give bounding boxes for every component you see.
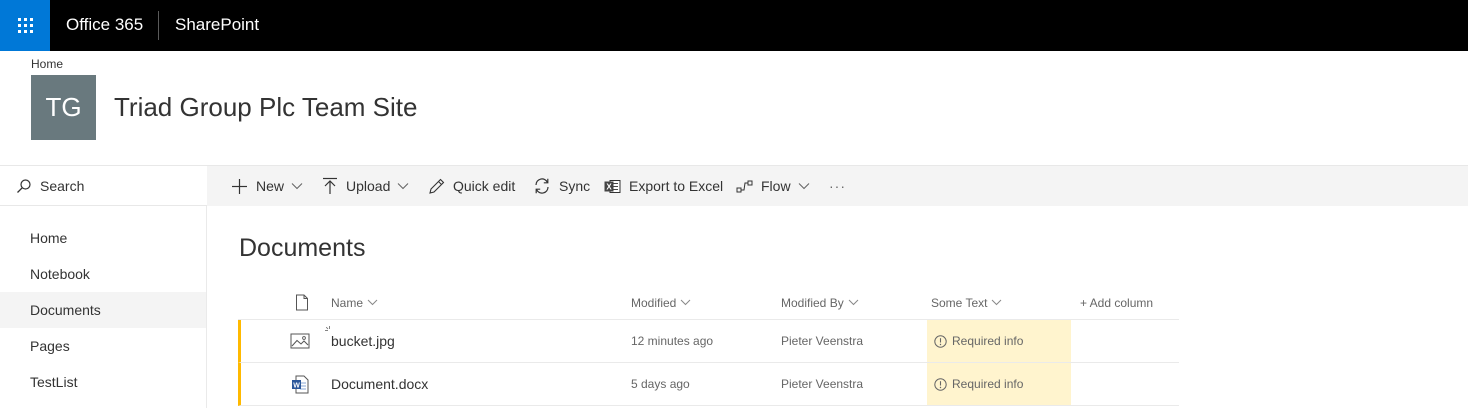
- site-logo[interactable]: TG: [31, 75, 96, 140]
- chevron-down-icon: [397, 183, 409, 190]
- pencil-icon: [429, 178, 445, 194]
- quick-edit-button[interactable]: Quick edit: [428, 166, 515, 206]
- search-icon: [17, 178, 31, 193]
- modified-date: 12 minutes ago: [631, 334, 714, 348]
- document-icon: [296, 294, 308, 311]
- required-info-cell[interactable]: Required info: [927, 320, 1071, 362]
- office365-link[interactable]: Office 365: [66, 15, 143, 35]
- sync-icon: [535, 178, 549, 194]
- info-circle-icon: [934, 377, 947, 391]
- add-column-button[interactable]: + Add column: [1080, 285, 1153, 320]
- required-info-label: Required info: [952, 334, 1024, 348]
- modified-by-column-label: Modified By: [781, 295, 844, 310]
- modified-date: 5 days ago: [631, 377, 690, 391]
- chevron-down-icon: [291, 183, 303, 190]
- sync-button[interactable]: Sync: [533, 166, 590, 206]
- excel-icon: X: [604, 179, 621, 193]
- upload-label: Upload: [346, 178, 391, 194]
- chevron-down-icon: [367, 299, 378, 306]
- table-row[interactable]: W Document.docx 5 days ago Pieter Veenst…: [238, 363, 1179, 406]
- nav-item-documents[interactable]: Documents: [0, 292, 206, 328]
- required-info-label: Required info: [952, 377, 1024, 391]
- file-name-link[interactable]: bucket.jpg: [331, 320, 395, 362]
- chevron-down-icon: [992, 299, 1002, 306]
- command-bar: New Upload Quick edit Sync X Export to E…: [207, 165, 1468, 206]
- file-type-column-header[interactable]: [291, 285, 309, 320]
- upload-button[interactable]: Upload: [322, 166, 409, 206]
- new-label: New: [256, 178, 285, 194]
- export-to-excel-button[interactable]: X Export to Excel: [604, 166, 723, 206]
- modified-by-person[interactable]: Pieter Veenstra: [781, 363, 863, 405]
- export-label: Export to Excel: [629, 178, 724, 194]
- name-column-label: Name: [331, 295, 364, 310]
- flow-label: Flow: [761, 178, 791, 194]
- modified-column-header[interactable]: Modified: [631, 285, 691, 320]
- nav-item-home[interactable]: Home: [0, 220, 206, 256]
- nav-item-testlist[interactable]: TestList: [0, 364, 206, 400]
- flow-button[interactable]: Flow: [736, 166, 810, 206]
- new-button[interactable]: New: [231, 166, 303, 206]
- svg-text:X: X: [606, 182, 612, 191]
- required-info-cell[interactable]: Required info: [927, 363, 1071, 405]
- breadcrumb-home[interactable]: Home: [31, 57, 63, 71]
- suite-divider: [158, 11, 159, 40]
- more-commands-button[interactable]: ···: [829, 166, 846, 206]
- word-doc-icon: W: [291, 363, 309, 405]
- nav-item-pages[interactable]: Pages: [0, 328, 206, 364]
- list-header: Name Modified Modified By Some Text + Ad…: [238, 285, 1179, 320]
- sharepoint-link[interactable]: SharePoint: [175, 15, 259, 35]
- name-column-header[interactable]: Name: [331, 285, 378, 320]
- library-title: Documents: [239, 234, 366, 262]
- image-file-icon: [290, 320, 310, 362]
- site-title[interactable]: Triad Group Plc Team Site: [114, 92, 417, 123]
- waffle-icon: [17, 18, 33, 33]
- some-text-column-label: Some Text: [931, 295, 988, 310]
- search-box[interactable]: Search: [0, 165, 207, 206]
- chevron-down-icon: [798, 183, 809, 190]
- plus-icon: [232, 178, 247, 194]
- suite-bar: Office 365 SharePoint: [0, 0, 1468, 51]
- modified-by-person[interactable]: Pieter Veenstra: [781, 320, 863, 362]
- modified-by-column-header[interactable]: Modified By: [781, 285, 859, 320]
- chevron-down-icon: [681, 299, 691, 306]
- some-text-column-header[interactable]: Some Text: [931, 285, 1002, 320]
- app-launcher-button[interactable]: [0, 0, 50, 51]
- chevron-down-icon: [848, 299, 859, 306]
- nav-item-notebook[interactable]: Notebook: [0, 256, 206, 292]
- quick-edit-label: Quick edit: [453, 178, 516, 194]
- upload-icon: [323, 177, 337, 194]
- search-label: Search: [40, 177, 85, 194]
- file-name-link[interactable]: Document.docx: [331, 363, 428, 405]
- svg-text:W: W: [293, 382, 300, 389]
- left-navigation: Home Notebook Documents Pages TestList: [0, 206, 207, 408]
- sync-label: Sync: [559, 178, 591, 194]
- table-row[interactable]: bucket.jpg 12 minutes ago Pieter Veenstr…: [238, 320, 1179, 363]
- modified-column-label: Modified: [631, 295, 677, 310]
- flow-icon: [736, 180, 753, 192]
- info-circle-icon: [934, 334, 947, 348]
